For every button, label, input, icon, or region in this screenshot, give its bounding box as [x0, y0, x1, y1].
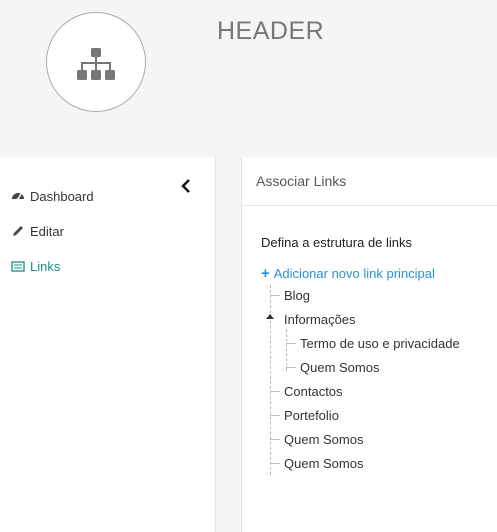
tree-item-informacoes[interactable]: Informações	[284, 312, 356, 327]
header: HEADER	[0, 0, 497, 157]
tree-item-termo[interactable]: Termo de uso e privacidade	[300, 336, 460, 351]
tree-item-blog[interactable]: Blog	[284, 288, 310, 303]
tree-connector	[270, 415, 280, 416]
sidebar-item-dashboard[interactable]: Dashboard	[11, 186, 94, 206]
tree-item-quem-somos[interactable]: Quem Somos	[284, 456, 363, 471]
link-tree: Blog Informações Termo de uso e privacid…	[242, 157, 497, 532]
dashboard-icon	[11, 189, 25, 203]
pencil-icon	[11, 224, 25, 238]
list-icon	[11, 259, 25, 273]
sidebar-item-label: Editar	[30, 223, 64, 239]
tree-item-portefolio[interactable]: Portefolio	[284, 408, 339, 423]
tree-item-quem-somos[interactable]: Quem Somos	[284, 432, 363, 447]
chevron-left-icon	[181, 179, 190, 193]
tree-connector	[286, 367, 296, 368]
sidebar-item-label: Links	[30, 258, 61, 274]
tree-item-quem-somos-child[interactable]: Quem Somos	[300, 360, 379, 375]
collapse-sidebar-button[interactable]	[180, 179, 192, 193]
tree-connector	[270, 391, 280, 392]
sidebar-item-links[interactable]: Links	[11, 256, 60, 276]
tree-connector	[270, 295, 280, 296]
expand-toggle[interactable]	[266, 314, 274, 319]
sitemap-icon	[77, 48, 115, 80]
links-panel: Associar Links Defina a estrutura de lin…	[241, 157, 497, 532]
tree-connector	[270, 463, 280, 464]
sidebar: Dashboard Editar Links	[0, 157, 216, 532]
tree-connector	[270, 439, 280, 440]
tree-connector	[286, 343, 296, 344]
tree-connector	[286, 329, 287, 371]
sidebar-item-label: Dashboard	[30, 188, 94, 204]
header-title: HEADER	[217, 17, 325, 45]
sidebar-item-editar[interactable]: Editar	[11, 221, 64, 241]
logo[interactable]	[46, 12, 146, 112]
tree-item-contactos[interactable]: Contactos	[284, 384, 343, 399]
